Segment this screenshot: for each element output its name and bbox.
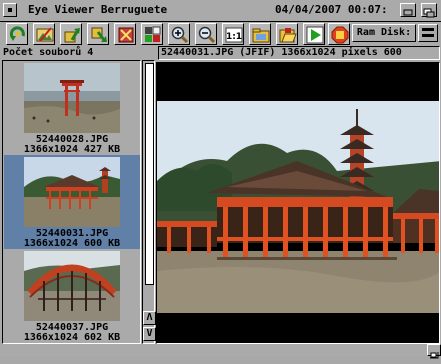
iconify-icon[interactable] [400,3,416,17]
drive-cycle-icon[interactable] [418,24,438,42]
eye-viewer-window: Eye Viewer Berruguete 04/04/2007 00:07: [0,0,441,359]
bottom-border [0,344,441,356]
thumbnail-item[interactable]: 52440028.JPG 1366x1024 427 KB [4,61,140,155]
svg-text:1:1: 1:1 [226,32,242,42]
go-down-button[interactable] [87,23,109,45]
thumbnail-image-torii [24,63,120,133]
folder-button[interactable] [249,23,271,45]
thumbnail-meta: 1366x1024 427 KB [23,144,121,155]
go-up-icon [64,28,80,43]
delete-icon [118,27,134,43]
scrollbar-knob[interactable] [145,63,154,285]
zoom-actual-icon: 1:1 [225,27,243,43]
palette-icon [145,26,161,42]
window-title: Eye Viewer Berruguete [28,3,168,16]
drive-selector[interactable]: Ram Disk: [352,24,416,42]
thumbnail-image-bridge [24,251,120,321]
zoom-in-icon [171,26,189,44]
main-image-shrine [157,101,439,313]
thumbnail-meta: 1366x1024 600 KB [23,238,121,249]
thumbnail-scrollbar[interactable]: Λ V [142,60,156,344]
toolbar: 1:1 Ram Disk: [0,22,441,46]
title-bar[interactable]: Eye Viewer Berruguete 04/04/2007 00:07: [0,0,441,22]
thumbnail-item[interactable]: 52440037.JPG 1366x1024 602 KB [4,249,140,343]
image-view[interactable] [156,62,440,344]
zoom-out-button[interactable] [195,23,217,45]
zoom-actual-button[interactable]: 1:1 [222,23,244,45]
close-window-icon[interactable] [3,3,17,17]
palette-button[interactable] [141,23,163,45]
image-info-line: 52440031.JPG (JFIF) 1366x1024 pixels 600 [158,46,440,60]
slideshow-play-button[interactable] [303,23,325,45]
stop-button[interactable] [328,23,350,45]
thumbnail-item-selected[interactable]: 52440031.JPG 1366x1024 600 KB [4,155,140,249]
edit-image-button[interactable] [33,23,55,45]
scroll-up-arrow-icon[interactable]: Λ [143,311,156,325]
thumbnail-meta: 1366x1024 602 KB [23,332,121,343]
file-count-label: Počet souborů 4 [3,47,94,58]
folder-icon [252,28,270,43]
zoom-in-button[interactable] [168,23,190,45]
folder-open-button[interactable] [276,23,298,45]
edit-image-icon [36,27,54,42]
folder-open-icon [279,28,297,43]
thumbnail-list[interactable]: 52440028.JPG 1366x1024 427 KB 52440031.J… [2,60,141,344]
thumbnail-image-shrine [24,157,120,227]
go-up-button[interactable] [60,23,82,45]
delete-button[interactable] [114,23,136,45]
zoom-out-icon [198,26,216,44]
slideshow-play-icon [306,26,324,44]
depth-arrange-icon[interactable] [421,3,437,18]
refresh-button[interactable] [6,23,28,45]
refresh-icon [9,26,25,41]
stop-icon [331,26,349,44]
resize-icon[interactable] [427,344,441,359]
datetime-display: 04/04/2007 00:07: [275,3,388,16]
scroll-down-arrow-icon[interactable]: V [143,327,156,341]
go-down-icon [91,27,107,42]
